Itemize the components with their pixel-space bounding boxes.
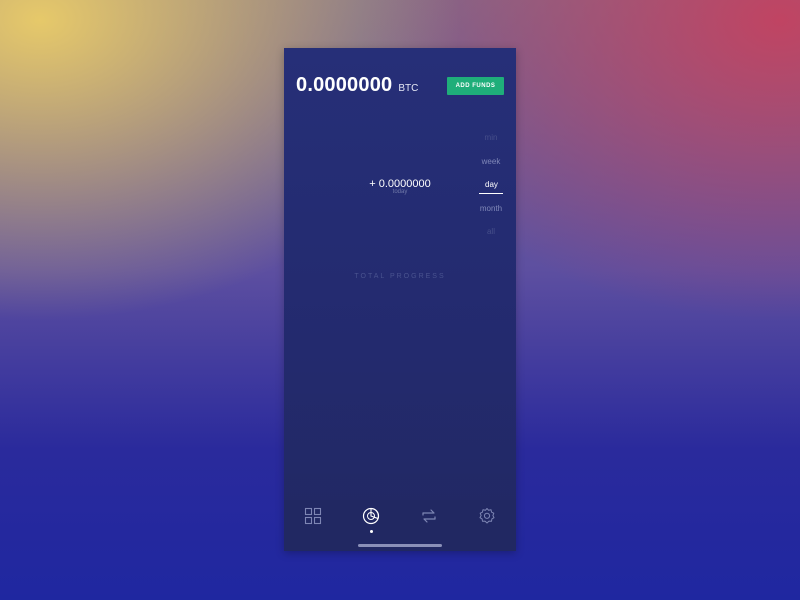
period-day[interactable]: day bbox=[474, 178, 508, 202]
balance-change: + 0.0000000 today bbox=[364, 178, 436, 195]
period-selector: min week day month all bbox=[474, 131, 508, 249]
balance-value: 0.0000000 bbox=[296, 74, 393, 96]
balance-unit: BTC bbox=[398, 83, 419, 94]
portfolio-icon bbox=[362, 507, 380, 525]
tab-portfolio[interactable] bbox=[361, 506, 381, 526]
bottom-tab-bar bbox=[284, 500, 516, 551]
tab-exchange[interactable] bbox=[419, 506, 439, 526]
home-indicator bbox=[358, 544, 442, 547]
period-month[interactable]: month bbox=[474, 202, 508, 226]
grid-icon bbox=[304, 507, 322, 525]
tab-settings[interactable] bbox=[477, 506, 497, 526]
add-funds-button[interactable]: ADD FUNDS bbox=[447, 77, 504, 95]
wallet-balance: 0.0000000 BTC bbox=[296, 74, 418, 97]
tab-dashboard[interactable] bbox=[303, 506, 323, 526]
active-tab-indicator bbox=[370, 530, 373, 533]
app-screen: 0.0000000 BTC ADD FUNDS min week day mon… bbox=[284, 48, 516, 551]
total-progress-label: TOTAL PROGRESS bbox=[354, 273, 446, 280]
period-all[interactable]: all bbox=[474, 225, 508, 249]
period-min[interactable]: min bbox=[474, 131, 508, 155]
exchange-icon bbox=[422, 509, 436, 523]
period-week[interactable]: week bbox=[474, 155, 508, 179]
settings-icon bbox=[479, 508, 495, 524]
